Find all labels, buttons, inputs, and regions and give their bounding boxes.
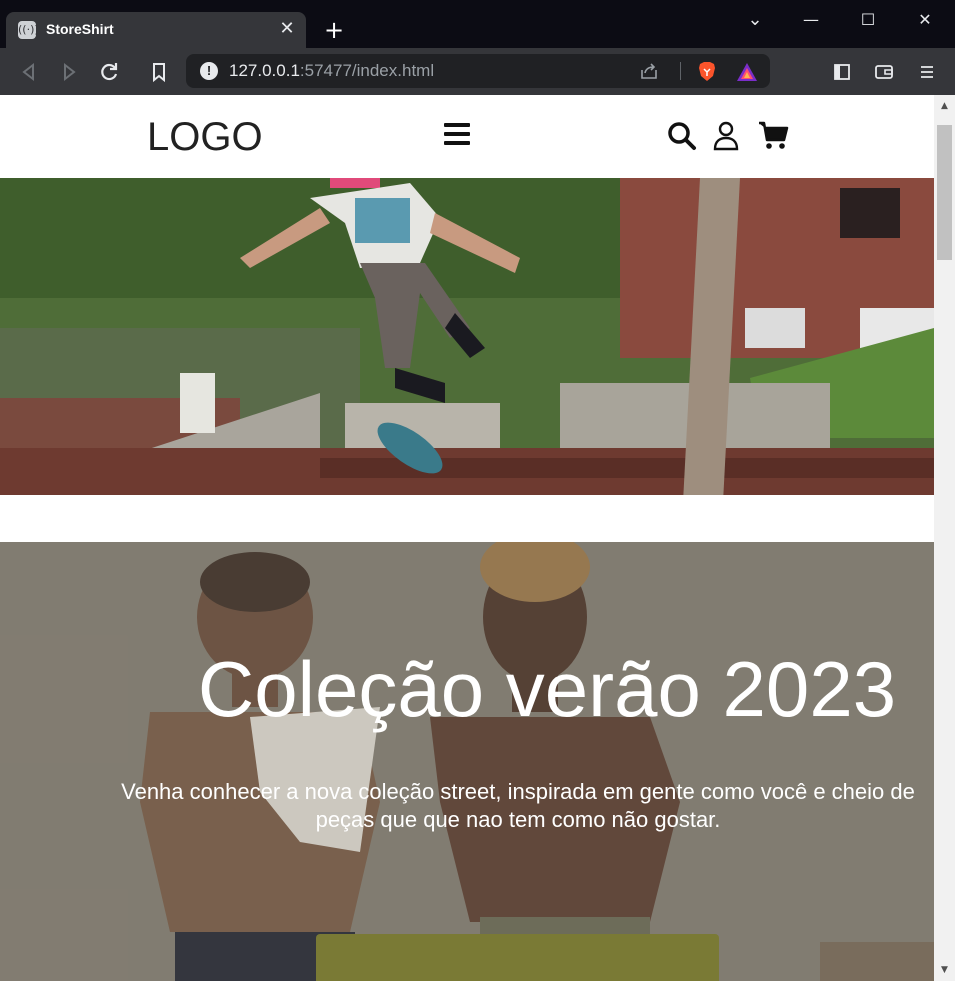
close-window-button[interactable]: ✕ — [905, 6, 945, 34]
cart-icon[interactable] — [757, 119, 789, 151]
tab-search-dropdown-icon[interactable]: ⌄ — [735, 6, 775, 34]
url-text[interactable]: 127.0.0.1:57477/index.html — [229, 61, 434, 81]
user-icon[interactable] — [710, 119, 742, 151]
scroll-down-icon[interactable]: ▼ — [934, 961, 955, 979]
browser-toolbar: ! 127.0.0.1:57477/index.html — [0, 48, 955, 95]
page-viewport: LOGO Coleção verão 2023 Venha conhecer a… — [0, 95, 934, 981]
page-scrollbar[interactable]: ▲ ▼ — [934, 95, 955, 981]
rewards-icon[interactable] — [736, 62, 758, 82]
back-icon[interactable] — [15, 58, 43, 86]
hero-overlay — [0, 542, 934, 981]
broadcast-icon: ((·)) — [18, 21, 39, 39]
hamburger-icon[interactable] — [444, 123, 470, 145]
tab-title: StoreShirt — [46, 21, 114, 37]
maximize-button[interactable]: ☐ — [848, 6, 888, 34]
reload-icon[interactable] — [95, 58, 123, 86]
hero-cta-button[interactable] — [316, 934, 719, 981]
menu-icon[interactable] — [913, 58, 941, 86]
share-icon[interactable] — [638, 60, 660, 82]
scroll-up-icon[interactable]: ▲ — [934, 97, 955, 115]
forward-icon[interactable] — [55, 58, 83, 86]
search-icon[interactable] — [665, 119, 697, 151]
scrollbar-thumb[interactable] — [937, 125, 952, 260]
hero-title: Coleção verão 2023 — [197, 645, 897, 733]
hero-description: Venha conhecer a nova coleção street, in… — [121, 779, 915, 832]
hero-image-skateboarder — [0, 178, 934, 495]
site-header: LOGO — [0, 95, 934, 178]
site-info-icon[interactable]: ! — [200, 62, 218, 80]
bookmark-icon[interactable] — [145, 58, 173, 86]
browser-tab[interactable]: ((·)) StoreShirt ✕ — [6, 12, 306, 48]
address-bar[interactable]: ! 127.0.0.1:57477/index.html — [186, 54, 770, 88]
hero-banner-summer-collection: Coleção verão 2023 Venha conhecer a nova… — [0, 542, 934, 981]
minimize-button[interactable]: — — [791, 6, 831, 34]
wallet-icon[interactable] — [870, 58, 898, 86]
tab-close-button[interactable]: ✕ — [276, 18, 298, 40]
site-logo[interactable]: LOGO — [147, 115, 263, 160]
sidebar-icon[interactable] — [828, 58, 856, 86]
brave-icon[interactable] — [696, 60, 718, 82]
browser-titlebar: ((·)) StoreShirt ✕ + ⌄ — ☐ ✕ — [0, 0, 955, 48]
new-tab-button[interactable]: + — [320, 16, 348, 44]
omnibox-divider — [680, 62, 681, 80]
